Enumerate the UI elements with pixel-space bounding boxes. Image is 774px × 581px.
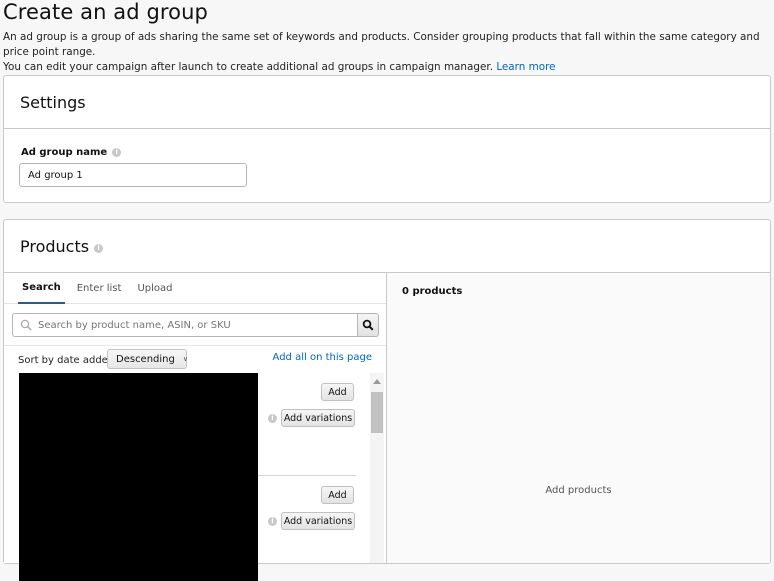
product-image-redacted bbox=[19, 373, 258, 477]
ad-group-name-label: Ad group name i bbox=[21, 147, 122, 158]
add-variations-button[interactable]: Add variations bbox=[281, 512, 355, 530]
settings-card: Settings Ad group name i bbox=[3, 75, 771, 203]
results-scrollbar[interactable] bbox=[370, 373, 384, 563]
info-icon[interactable]: i bbox=[268, 414, 277, 423]
product-image-redacted bbox=[19, 476, 258, 581]
learn-more-link[interactable]: Learn more bbox=[496, 61, 555, 73]
selected-products-count: 0 products bbox=[402, 286, 463, 297]
tab-upload[interactable]: Upload bbox=[133, 273, 176, 304]
search-icon bbox=[20, 319, 32, 331]
scroll-thumb[interactable] bbox=[371, 392, 383, 433]
sort-label: Sort by date added bbox=[18, 355, 115, 366]
chevron-down-icon: ∨ bbox=[182, 355, 188, 363]
ad-group-name-label-text: Ad group name bbox=[21, 147, 108, 158]
product-search-pane: Search Enter list Upload Sort by date ad… bbox=[4, 273, 387, 581]
divider bbox=[258, 475, 356, 476]
product-search-input[interactable] bbox=[12, 313, 358, 337]
product-tabs: Search Enter list Upload bbox=[4, 273, 386, 304]
products-card: Products i Search Enter list Upload Sort… bbox=[3, 219, 771, 581]
add-product-button[interactable]: Add bbox=[321, 383, 354, 401]
info-icon[interactable]: i bbox=[112, 147, 122, 157]
tab-enter-list[interactable]: Enter list bbox=[73, 273, 126, 304]
product-search-row bbox=[12, 313, 380, 337]
add-product-button[interactable]: Add bbox=[321, 486, 354, 504]
add-all-on-page-link[interactable]: Add all on this page bbox=[273, 352, 372, 363]
settings-title: Settings bbox=[20, 92, 86, 112]
tab-search[interactable]: Search bbox=[18, 273, 65, 304]
ad-group-name-input[interactable] bbox=[19, 163, 247, 187]
empty-state-hint: Add products bbox=[545, 485, 612, 496]
sort-order-select[interactable]: Descending ∨ bbox=[107, 349, 188, 369]
list-item: Add i Add variations bbox=[19, 476, 356, 581]
search-icon bbox=[362, 319, 374, 331]
settings-header: Settings bbox=[4, 76, 770, 129]
selected-products-pane: 0 products Add products bbox=[387, 273, 770, 563]
products-header: Products i bbox=[4, 220, 770, 273]
products-title: Products bbox=[20, 236, 90, 256]
add-variations-button[interactable]: Add variations bbox=[281, 409, 355, 427]
search-button[interactable] bbox=[357, 313, 379, 337]
page-description: An ad group is a group of ads sharing th… bbox=[3, 30, 774, 75]
divider bbox=[4, 345, 386, 346]
scroll-up-arrow-icon[interactable] bbox=[373, 379, 381, 384]
sort-order-value: Descending bbox=[116, 353, 175, 365]
product-results-list: Add i Add variations Add i Add variation… bbox=[4, 373, 386, 581]
info-icon[interactable]: i bbox=[94, 243, 104, 253]
page-title: Create an ad group bbox=[3, 0, 208, 24]
description-line-1: An ad group is a group of ads sharing th… bbox=[3, 31, 760, 58]
list-item: Add i Add variations bbox=[19, 373, 356, 477]
info-icon[interactable]: i bbox=[268, 517, 277, 526]
description-line-2: You can edit your campaign after launch … bbox=[3, 61, 493, 73]
